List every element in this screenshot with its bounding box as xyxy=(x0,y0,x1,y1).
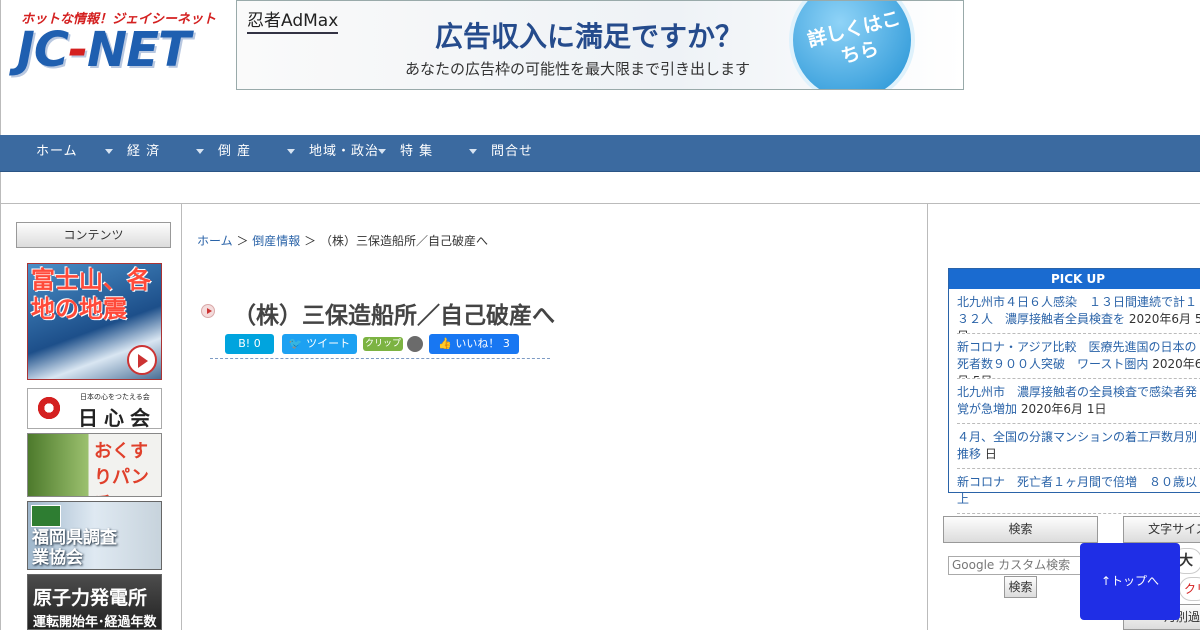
sub-bar xyxy=(0,172,1200,204)
nav-item-feature[interactable]: 特 集 xyxy=(400,135,433,172)
pickup-box: PICK UP 北九州市４日６人感染 １３日間連続で計１３２人 濃厚接触者全員検… xyxy=(948,268,1200,514)
nav-dropdown-icon xyxy=(469,149,477,154)
logo-net: NET xyxy=(87,22,191,78)
ad-banner[interactable]: 忍者AdMax 広告収入に満足ですか？ あなたの広告枠の可能性を最大限まで引き出… xyxy=(236,0,964,90)
banner-nisshinkai-tagline: 日本の心をつたえる会 xyxy=(80,393,150,401)
font-clear-button[interactable]: クリア xyxy=(1179,577,1200,601)
search-input[interactable]: Google カスタム検索 xyxy=(948,556,1088,575)
ad-brand: 忍者AdMax xyxy=(247,6,339,34)
site-logo[interactable]: ホットな情報！ジェイシーネット JC-NET xyxy=(17,8,222,88)
banner-nuclear-plants[interactable]: 原子力発電所 運転開始年･経過年数 xyxy=(27,574,162,630)
back-to-top-button[interactable]: ↑トップへ xyxy=(1080,543,1180,620)
banner-earthquake[interactable]: 富士山、各地の地震 xyxy=(27,263,162,380)
ad-headline: 広告収入に満足ですか？ xyxy=(435,20,744,53)
title-divider xyxy=(210,358,550,359)
banner-okusuri-punch[interactable]: おくすりパンチ xyxy=(27,433,162,497)
ad-cta-label: 詳しくはこちら xyxy=(805,7,903,68)
main-nav: ホーム 経 済 倒 産 地域・政治 特 集 問合せ xyxy=(0,135,1200,172)
thumbs-up-icon: 👍 xyxy=(438,337,456,350)
banner-fukuoka-association[interactable]: 福岡県調査業協会 xyxy=(27,501,162,570)
tweet-label: ツイート xyxy=(306,337,351,350)
breadcrumb-category-link[interactable]: 倒産情報 xyxy=(252,234,300,248)
logo-jc: JC xyxy=(17,22,69,78)
banner-nisshinkai[interactable]: 日本の心をつたえる会 日心会 xyxy=(27,388,162,429)
pickup-item-date: 2020年6月 1日 xyxy=(1020,402,1107,416)
pickup-item[interactable]: 新コロナ・アジア比較 医療先進国の日本の死者数９００人突破 ワースト圏内 202… xyxy=(957,334,1200,379)
nav-item-contact[interactable]: 問合せ xyxy=(491,135,533,172)
banner-okusuri-label: おくすりパンチ xyxy=(94,441,149,496)
pickup-item[interactable]: ４月、全国の分譲マンションの着工戸数月別推移 日 xyxy=(957,424,1200,469)
play-arrow-icon xyxy=(127,345,157,375)
hatena-bookmark-button[interactable]: B! 0 xyxy=(225,334,274,354)
breadcrumb-separator: ＞ xyxy=(300,234,320,248)
clip-button[interactable]: クリップ xyxy=(363,337,403,351)
breadcrumb: ホーム ＞ 倒産情報 ＞ （株）三保造船所／自己破産へ xyxy=(197,232,488,249)
nav-item-regional[interactable]: 地域・政治 xyxy=(309,135,379,172)
breadcrumb-home-link[interactable]: ホーム xyxy=(197,234,233,248)
twitter-bird-icon: 🐦 xyxy=(288,337,307,350)
pickup-list: 北九州市４日６人感染 １３日間連続で計１３２人 濃厚接触者全員検査を 2020年… xyxy=(949,289,1200,514)
banner-earthquake-label: 富士山、各地の地震 xyxy=(31,266,151,323)
pickup-item[interactable]: 新コロナ 死亡者１ヶ月間で倍増 ８０歳以上 xyxy=(957,469,1200,514)
contents-heading: コンテンツ xyxy=(16,222,171,248)
pickup-item-link[interactable]: 新コロナ 死亡者１ヶ月間で倍増 ８０歳以上 xyxy=(957,475,1197,506)
font-size-heading: 文字サイズ xyxy=(1123,516,1200,543)
facebook-like-button[interactable]: 👍 いいね！ 3 xyxy=(429,334,519,354)
banner-nuclear-label: 原子力発電所 xyxy=(33,587,148,609)
pickup-heading: PICK UP xyxy=(949,269,1200,289)
logo-dash: - xyxy=(68,22,88,78)
logo-mark: JC-NET xyxy=(17,22,191,78)
nav-dropdown-icon xyxy=(287,149,295,154)
association-emblem-icon xyxy=(31,505,61,527)
tweet-button[interactable]: 🐦 ツイート xyxy=(282,334,357,354)
search-button[interactable]: 検索 xyxy=(1004,576,1037,598)
pickup-item[interactable]: 北九州市４日６人感染 １３日間連続で計１３２人 濃厚接触者全員検査を 2020年… xyxy=(957,289,1200,334)
banner-nuclear-sublabel: 運転開始年･経過年数 xyxy=(33,615,157,630)
banner-fukuoka-label: 福岡県調査業協会 xyxy=(32,528,117,568)
banner-nisshinkai-label: 日心会 xyxy=(78,406,156,429)
breadcrumb-current: （株）三保造船所／自己破産へ xyxy=(319,234,488,248)
pickup-item[interactable]: 北九州市 濃厚接触者の全員検査で感染者発覚が急増加 2020年6月 1日 xyxy=(957,379,1200,424)
nav-dropdown-icon xyxy=(196,149,204,154)
main-content: ホーム ＞ 倒産情報 ＞ （株）三保造船所／自己破産へ （株）三保造船所／自己破… xyxy=(183,204,928,630)
nav-item-bankruptcy[interactable]: 倒 産 xyxy=(218,135,251,172)
ad-subline: あなたの広告枠の可能性を最大限まで引き出します xyxy=(405,60,751,78)
pickup-item-date: 日 xyxy=(984,447,997,461)
flower-logo-icon xyxy=(36,395,62,421)
search-heading: 検索 xyxy=(943,516,1098,543)
share-bar: B! 0 🐦 ツイート クリップ 👍 いいね！ 3 xyxy=(210,332,550,354)
breadcrumb-separator: ＞ xyxy=(232,234,253,248)
left-sidebar: コンテンツ 富士山、各地の地震 日本の心をつたえる会 日心会 おくすりパンチ 福… xyxy=(0,204,182,630)
like-label: いいね！ 3 xyxy=(455,337,510,350)
ad-cta-button[interactable]: 詳しくはこちら xyxy=(789,1,915,89)
nav-item-economy[interactable]: 経 済 xyxy=(127,135,160,172)
nav-dropdown-icon xyxy=(378,149,386,154)
article-title: （株）三保造船所／自己破産へ xyxy=(233,303,555,329)
title-bullet-icon xyxy=(201,304,215,318)
nav-item-home[interactable]: ホーム xyxy=(36,135,78,172)
nav-dropdown-icon xyxy=(105,149,113,154)
site-header: ホットな情報！ジェイシーネット JC-NET 忍者AdMax 広告収入に満足です… xyxy=(0,0,1200,135)
evernote-icon[interactable] xyxy=(407,336,423,352)
